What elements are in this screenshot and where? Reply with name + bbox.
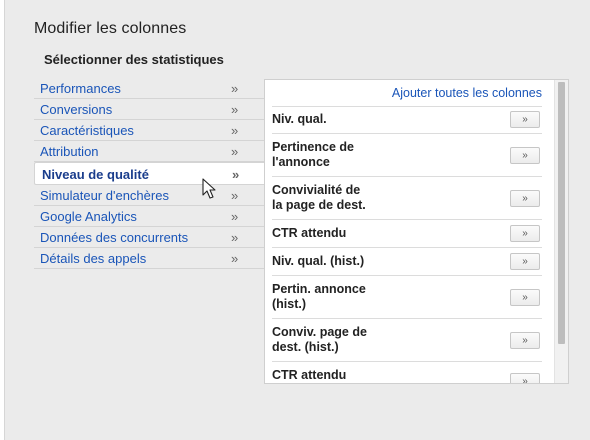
category-label: Simulateur d'enchères bbox=[40, 188, 169, 203]
mouse-pointer-icon bbox=[202, 178, 216, 199]
scrollbar-thumb[interactable] bbox=[558, 82, 565, 344]
metric-label: Niv. qual. (hist.) bbox=[272, 254, 365, 268]
chevron-right-icon: » bbox=[231, 251, 239, 266]
chevron-right-icon: » bbox=[231, 188, 239, 203]
category-item-performances[interactable]: Performances » bbox=[34, 78, 264, 99]
metric-label: Conviv. page de dest. (hist.) bbox=[272, 325, 367, 354]
category-item-details-appels[interactable]: Détails des appels » bbox=[34, 248, 264, 269]
chevron-right-icon: » bbox=[231, 144, 239, 159]
chevron-right-icon: » bbox=[232, 167, 240, 182]
category-item-attribution[interactable]: Attribution » bbox=[34, 141, 264, 162]
metric-row: Conviv. page de dest. (hist.) » bbox=[272, 318, 542, 361]
chevron-right-icon: » bbox=[231, 123, 239, 138]
metric-row: CTR attendu » bbox=[272, 219, 542, 247]
metric-row: Niv. qual. (hist.) » bbox=[272, 247, 542, 275]
category-label: Niveau de qualité bbox=[42, 167, 149, 182]
category-label: Conversions bbox=[40, 102, 113, 117]
category-item-google-analytics[interactable]: Google Analytics » bbox=[34, 206, 264, 227]
metric-label: Pertin. annonce (hist.) bbox=[272, 282, 366, 311]
add-metric-button[interactable]: » bbox=[510, 373, 540, 383]
metric-label: Pertinence de l'annonce bbox=[272, 140, 354, 169]
chevron-right-icon: » bbox=[231, 209, 239, 224]
metric-row: Pertin. annonce (hist.) » bbox=[272, 275, 542, 318]
category-item-conversions[interactable]: Conversions » bbox=[34, 99, 264, 120]
add-all-columns-link[interactable]: Ajouter toutes les colonnes bbox=[392, 86, 542, 100]
scrollbar[interactable] bbox=[554, 80, 568, 383]
category-item-caracteristiques[interactable]: Caractéristiques » bbox=[34, 120, 264, 141]
metric-label: CTR attendu bbox=[272, 226, 347, 240]
add-metric-button[interactable]: » bbox=[510, 147, 540, 164]
category-label: Données des concurrents bbox=[40, 230, 189, 245]
category-list: Performances » Conversions » Caractérist… bbox=[34, 78, 265, 269]
metric-label: Niv. qual. bbox=[272, 112, 327, 126]
metric-label: CTR attendu bbox=[272, 368, 347, 382]
add-metric-button[interactable]: » bbox=[510, 332, 540, 349]
section-title: Sélectionner des statistiques bbox=[44, 52, 224, 67]
metric-row: Niv. qual. » bbox=[272, 106, 542, 133]
metric-row: Pertinence de l'annonce » bbox=[272, 133, 542, 176]
category-label: Performances bbox=[40, 81, 121, 96]
category-item-donnees-concurrents[interactable]: Données des concurrents » bbox=[34, 227, 264, 248]
add-metric-button[interactable]: » bbox=[510, 253, 540, 270]
category-label: Caractéristiques bbox=[40, 123, 134, 138]
add-metric-button[interactable]: » bbox=[510, 111, 540, 128]
category-label: Détails des appels bbox=[40, 251, 147, 266]
category-item-simulateur[interactable]: Simulateur d'enchères » bbox=[34, 185, 264, 206]
category-label: Google Analytics bbox=[40, 209, 137, 224]
chevron-right-icon: » bbox=[231, 81, 239, 96]
metrics-panel: Ajouter toutes les colonnes Niv. qual. »… bbox=[264, 79, 569, 384]
chevron-right-icon: » bbox=[231, 102, 239, 117]
metric-row: CTR attendu » bbox=[272, 361, 542, 383]
add-metric-button[interactable]: » bbox=[510, 190, 540, 207]
add-metric-button[interactable]: » bbox=[510, 289, 540, 306]
category-item-niveau-de-qualite[interactable]: Niveau de qualité » bbox=[34, 162, 265, 185]
add-metric-button[interactable]: » bbox=[510, 225, 540, 242]
category-label: Attribution bbox=[40, 144, 99, 159]
metric-label: Convivialité de la page de dest. bbox=[272, 183, 366, 212]
metric-row: Convivialité de la page de dest. » bbox=[272, 176, 542, 219]
dialog-title: Modifier les colonnes bbox=[34, 20, 187, 37]
chevron-right-icon: » bbox=[231, 230, 239, 245]
